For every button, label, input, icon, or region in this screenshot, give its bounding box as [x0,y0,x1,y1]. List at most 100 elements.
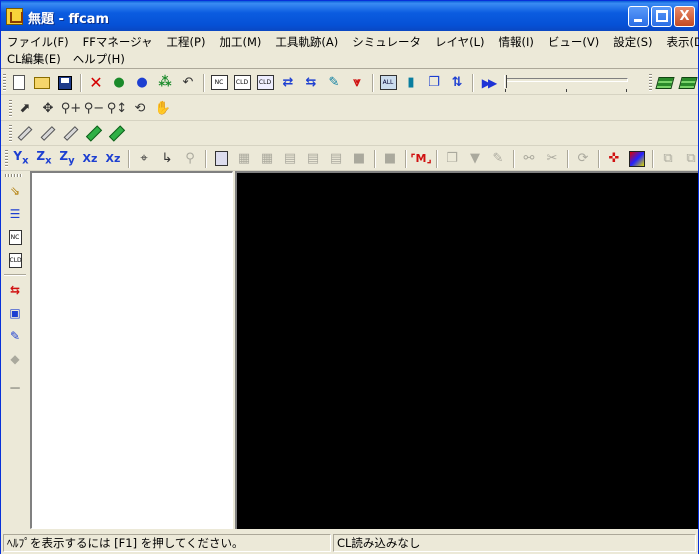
tool-button[interactable]: ⩔ [346,72,368,94]
menu-info[interactable]: 情報(I) [493,34,540,50]
measure-button[interactable]: ⚲ [179,148,201,170]
menu-file[interactable]: ファイル(F) [1,34,75,50]
axis-z-button[interactable]: Zx [33,148,55,170]
edit-path-button[interactable]: ✎ [323,72,345,94]
list-button-3[interactable]: ▤ [325,148,347,170]
side-cld-button[interactable]: CLD [4,249,26,271]
cld-convert-button[interactable]: CLD [254,72,276,94]
swap-button[interactable]: ⇅ [446,72,468,94]
tool-pen-button-2[interactable] [37,123,59,145]
delete-button[interactable]: ✕ [85,72,107,94]
list-button-1[interactable]: ▤ [279,148,301,170]
color-button[interactable] [626,148,648,170]
menu-simulator[interactable]: シミュレータ [346,34,427,50]
axis-y-button[interactable]: Zy [56,148,78,170]
comment-button[interactable]: ■ [379,148,401,170]
toolbar-row-3 [1,121,698,146]
arrow-right-button[interactable]: ⇆ [300,72,322,94]
tool-pen-button-5[interactable] [106,123,128,145]
cm-icon: ⌜M⌟ [410,152,432,165]
grid-button-2[interactable]: ▦ [256,148,278,170]
connect-button[interactable]: ⚯ [518,148,540,170]
menu-machining[interactable]: 加工(M) [213,34,267,50]
nc-output-button[interactable]: NC [208,72,230,94]
new-button[interactable] [8,72,30,94]
layer-button-2[interactable] [677,72,699,94]
axis-iso-button[interactable]: Xz [79,148,101,170]
close-button[interactable]: X [674,6,695,27]
rotate-path-button[interactable]: ⟳ [572,148,594,170]
menu-display[interactable]: 表示(D) [661,34,699,50]
side-nc-button[interactable]: NC [4,226,26,248]
title-bar[interactable]: 無題 - ffcam X [1,1,698,31]
cld-load-button[interactable]: CLD [231,72,253,94]
tool-pen-button-3[interactable] [60,123,82,145]
side-shape-button[interactable]: ◆ [4,348,26,370]
zoom-fit-button[interactable]: ⚲↕ [106,98,128,120]
list-button-2[interactable]: ▤ [302,148,324,170]
zoom-out-button[interactable]: ⚲− [83,98,105,120]
green-pen-icon [85,125,103,142]
side-list-button[interactable]: ☰ [4,203,26,225]
hand-button[interactable]: ✋ [152,98,174,120]
undo-button[interactable]: ↶ [177,72,199,94]
maximize-button[interactable] [651,6,672,27]
report-button[interactable] [210,148,232,170]
network-button-1[interactable]: ⧉ [657,148,679,170]
open-button[interactable] [31,72,53,94]
pick-vertex-button[interactable]: ↳ [156,148,178,170]
network-button-2[interactable]: ⧉ [680,148,699,170]
minimize-button[interactable] [628,6,649,27]
side-base-button[interactable]: ▁ [4,371,26,393]
graphics-view[interactable] [235,171,698,529]
menu-cl-edit[interactable]: CL編集(E) [1,51,67,67]
tool-pen-button-4[interactable] [83,123,105,145]
speed-slider[interactable] [504,72,634,94]
rotate-button[interactable]: ⟲ [129,98,151,120]
side-edit-button[interactable]: ✎ [4,325,26,347]
cm-button[interactable]: ⌜M⌟ [410,148,432,170]
select-button[interactable]: ⬈ [14,98,36,120]
zoom-in-button[interactable]: ⚲+ [60,98,82,120]
copy-window-button[interactable]: ❐ [423,72,445,94]
menu-layer[interactable]: レイヤ(L) [429,34,491,50]
menu-settings[interactable]: 設定(S) [607,34,658,50]
axis-x-button[interactable]: Yx [10,148,32,170]
side-image-button[interactable]: ▣ [4,302,26,324]
axis-iso2-button[interactable]: Xz [102,148,124,170]
axis-toolbar: Yx Zx Zy Xz Xz ⌖ ↳ ⚲ ▦ ▦ ▤ ▤ ▤ ■ ■ ⌜M⌟ ❐… [3,147,699,170]
list-icon: ▤ [329,151,343,166]
nc-output-icon: NC [210,75,228,90]
grid-button-1[interactable]: ▦ [233,148,255,170]
side-open-button[interactable]: ⇘ [4,180,26,202]
machine-button[interactable]: ✜ [603,148,625,170]
filter-button[interactable]: ▼ [464,148,486,170]
pick-button-2[interactable]: ● [131,72,153,94]
pan-icon: ✥ [42,101,54,116]
menu-process[interactable]: 工程(P) [161,34,212,50]
ffcam-app-icon[interactable] [6,8,23,25]
pick-button-1[interactable]: ● [108,72,130,94]
side-compare-button[interactable]: ⇆ [4,279,26,301]
tool-pen-button-1[interactable] [14,123,36,145]
menu-help[interactable]: ヘルプ(H) [67,51,131,67]
arrow-left-button[interactable]: ⇄ [277,72,299,94]
copy-button[interactable]: ❐ [441,148,463,170]
pick-button-3[interactable]: ⁂ [154,72,176,94]
pen-icon [17,126,33,141]
menu-view[interactable]: ビュー(V) [542,34,605,50]
menu-ff-manager[interactable]: FFマネージャ [77,34,159,50]
step-button[interactable]: ▮ [400,72,422,94]
process-tree-panel[interactable] [30,171,233,529]
block-button[interactable]: ■ [348,148,370,170]
cut-button[interactable]: ✂ [541,148,563,170]
slider-thumb[interactable] [504,74,507,88]
pan-button[interactable]: ✥ [37,98,59,120]
show-all-button[interactable]: ALL [377,72,399,94]
play-button[interactable]: ▶▶ [477,72,499,94]
edit-button[interactable]: ✎ [487,148,509,170]
pick-point-button[interactable]: ⌖ [133,148,155,170]
menu-toolpath[interactable]: 工具軌跡(A) [269,34,344,50]
save-button[interactable] [54,72,76,94]
layer-button-1[interactable] [654,72,676,94]
